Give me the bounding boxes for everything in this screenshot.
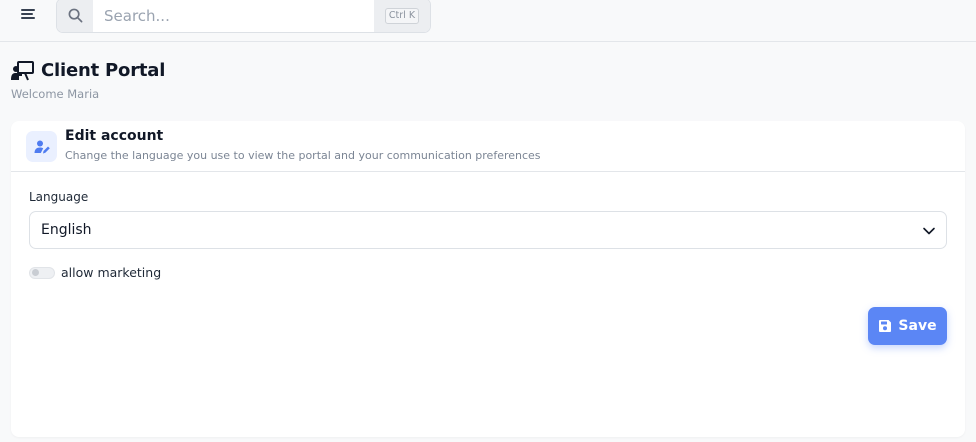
allow-marketing-label: allow marketing bbox=[61, 265, 162, 280]
search-icon bbox=[68, 8, 82, 23]
search-shortcut-container: Ctrl K bbox=[374, 0, 430, 32]
page-subtitle: Welcome Maria bbox=[11, 87, 100, 101]
allow-marketing-toggle[interactable] bbox=[29, 266, 55, 279]
card-description: Change the language you use to view the … bbox=[65, 149, 541, 162]
hamburger-icon bbox=[21, 9, 35, 19]
page-title-row: Client Portal bbox=[11, 60, 165, 81]
allow-marketing-row: allow marketing bbox=[29, 265, 161, 280]
search-box: Ctrl K bbox=[56, 0, 431, 33]
user-edit-icon bbox=[34, 140, 50, 153]
save-button[interactable]: Save bbox=[868, 307, 947, 345]
chevron-down-icon bbox=[923, 227, 935, 235]
edit-account-card: Edit account Change the language you use… bbox=[11, 121, 965, 437]
save-button-label: Save bbox=[898, 318, 937, 334]
presentation-board-icon bbox=[11, 60, 34, 80]
search-shortcut-hint: Ctrl K bbox=[384, 7, 420, 24]
search-input[interactable] bbox=[93, 0, 375, 32]
search-icon-container[interactable] bbox=[57, 0, 93, 32]
toggle-knob bbox=[32, 269, 39, 276]
language-select[interactable]: English bbox=[29, 211, 947, 249]
card-icon-container bbox=[26, 131, 57, 162]
page-title: Client Portal bbox=[41, 60, 166, 81]
language-select-value: English bbox=[41, 222, 92, 238]
card-header: Edit account Change the language you use… bbox=[11, 121, 965, 172]
top-bar: Ctrl K bbox=[0, 0, 976, 42]
menu-button[interactable] bbox=[14, 0, 42, 28]
floppy-disk-icon bbox=[879, 320, 892, 332]
language-label: Language bbox=[29, 190, 89, 204]
card-title: Edit account bbox=[65, 128, 164, 144]
